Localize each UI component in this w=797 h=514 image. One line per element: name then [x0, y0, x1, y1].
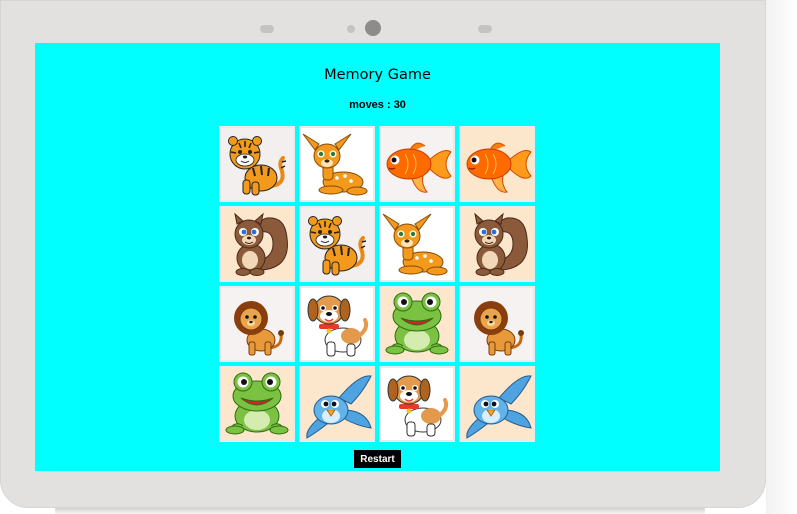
- deer-icon: [382, 213, 448, 276]
- card-deer[interactable]: [299, 126, 375, 202]
- dog-icon: [387, 375, 449, 437]
- lion-icon: [474, 301, 524, 356]
- card-tiger[interactable]: [219, 126, 295, 202]
- bird-icon: [306, 375, 372, 439]
- card-bird[interactable]: [299, 366, 375, 442]
- bird-icon: [466, 375, 532, 439]
- card-squirrel[interactable]: [219, 206, 295, 282]
- card-goldfish[interactable]: [379, 126, 455, 202]
- microphone: [347, 25, 355, 33]
- tiger-icon: [228, 136, 287, 196]
- moves-counter: moves : 30: [349, 99, 406, 111]
- camera-icon: [365, 20, 381, 36]
- page-edge: [766, 0, 797, 514]
- restart-button[interactable]: Restart: [354, 450, 401, 468]
- card-bird[interactable]: [459, 366, 535, 442]
- card-frog[interactable]: [219, 366, 295, 442]
- speaker-right: [478, 25, 492, 33]
- frog-icon: [225, 372, 289, 435]
- card-dog[interactable]: [299, 286, 375, 362]
- tablet-stand: [55, 508, 705, 514]
- goldfish-icon: [466, 142, 532, 193]
- goldfish-icon: [386, 142, 452, 193]
- game-screen: Memory Game moves : 30 Restart: [35, 43, 720, 471]
- card-grid: [219, 126, 537, 444]
- squirrel-icon: [234, 212, 288, 276]
- frog-icon: [385, 292, 449, 355]
- card-dog[interactable]: [379, 366, 455, 442]
- tiger-icon: [308, 216, 367, 276]
- game-title: Memory Game: [324, 67, 431, 83]
- card-frog[interactable]: [379, 286, 455, 362]
- lion-icon: [234, 301, 284, 356]
- squirrel-icon: [474, 212, 528, 276]
- deer-icon: [302, 133, 368, 196]
- card-goldfish[interactable]: [459, 126, 535, 202]
- dog-icon: [307, 295, 369, 357]
- speaker-left: [260, 25, 274, 33]
- card-tiger[interactable]: [299, 206, 375, 282]
- card-lion[interactable]: [459, 286, 535, 362]
- card-lion[interactable]: [219, 286, 295, 362]
- card-deer[interactable]: [379, 206, 455, 282]
- card-squirrel[interactable]: [459, 206, 535, 282]
